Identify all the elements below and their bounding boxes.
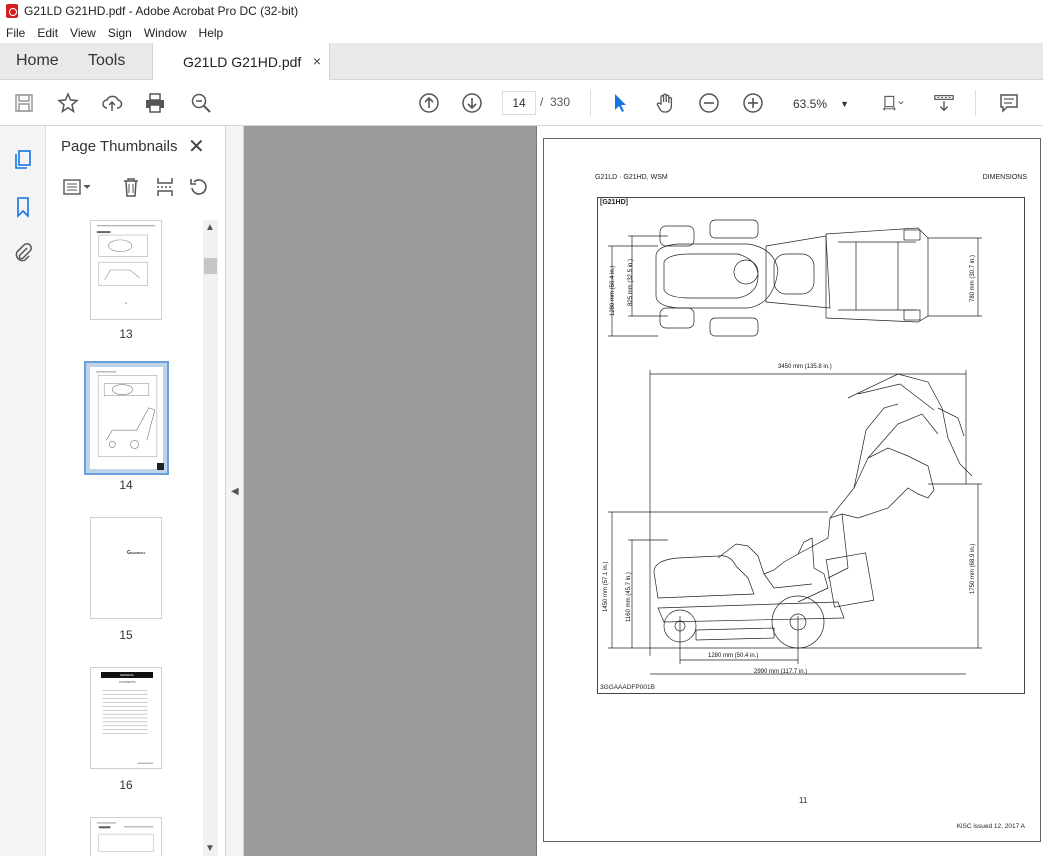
page-header-right: DIMENSIONS [982, 174, 1027, 181]
document-view: G21LD · G21HD, WSM DIMENSIONS [G21HD] 3G… [244, 126, 1043, 856]
comment-icon[interactable] [997, 91, 1021, 115]
page-thumbnail[interactable] [90, 817, 162, 856]
select-cursor-icon[interactable] [608, 91, 632, 115]
previous-page-icon[interactable] [417, 91, 441, 115]
total-pages: 330 [550, 95, 571, 109]
menu-bar: File Edit View Sign Window Help [0, 22, 1043, 43]
thumbnail-toolbar [60, 176, 220, 200]
main-toolbar: 14 / 330 63.5% ▼ [0, 80, 1043, 126]
tab-home[interactable]: Home [16, 52, 59, 70]
current-page-input[interactable]: 14 [502, 91, 536, 115]
bookmark-star-icon[interactable] [56, 91, 80, 115]
bookmarks-icon[interactable] [12, 196, 34, 218]
thumbnail-preview [96, 371, 158, 457]
issue-footer: KiSC issued 12, 2017 A [956, 823, 1025, 830]
page-thumbnail-selected[interactable] [84, 361, 169, 475]
dimension-label: 780 mm (30.7 in.) [970, 254, 976, 302]
scroll-up-icon[interactable]: ▲ [205, 222, 215, 233]
close-tab-icon[interactable]: × [313, 53, 321, 69]
panel-splitter[interactable]: ◀ [226, 126, 244, 856]
page-thumbnails-panel: Page Thumbnails ✕ 13 14 GENERAL G 15 GEN… [46, 126, 226, 856]
thumbnail-preview [102, 690, 154, 764]
scroll-down-icon[interactable]: ▼ [205, 843, 215, 854]
delete-page-icon[interactable] [120, 176, 142, 198]
print-icon[interactable] [143, 91, 167, 115]
dimension-label: 1750 mm (68.9 in.) [970, 543, 976, 594]
dimension-label: 2990 mm (117.7 in.) [754, 669, 808, 675]
menu-sign[interactable]: Sign [108, 26, 132, 40]
menu-window[interactable]: Window [144, 26, 187, 40]
page-thumbnails-icon[interactable] [12, 148, 34, 170]
zoom-in-icon[interactable] [741, 91, 765, 115]
thumbnails-scrollbar[interactable]: ▲ ▼ [203, 220, 218, 856]
scrollbar-thumb[interactable] [204, 258, 217, 274]
dimension-label: 1450 mm (57.1 in.) [603, 561, 609, 612]
tab-document-label: G21LD G21HD.pdf [183, 53, 302, 70]
toolbar-divider [590, 90, 591, 116]
panel-title: Page Thumbnails [61, 138, 178, 155]
toolbar-divider [975, 90, 976, 116]
page-thumbnail[interactable] [90, 220, 162, 320]
menu-file[interactable]: File [6, 26, 25, 40]
thumbnail-label: 13 [119, 327, 133, 341]
mower-drawing [608, 219, 982, 675]
tab-document[interactable]: G21LD G21HD.pdf × [152, 43, 330, 80]
page-thumbnail[interactable]: GENERAL CONTENTS [90, 667, 162, 769]
thumbnail-label: 14 [119, 478, 133, 492]
menu-help[interactable]: Help [199, 26, 224, 40]
dimensions-figure: [G21HD] 3GGAAADFP001B 1280 mm (50.4 in.)… [597, 197, 1025, 694]
tab-tools[interactable]: Tools [88, 52, 125, 70]
save-icon[interactable] [12, 91, 36, 115]
zoom-level-select[interactable]: 63.5% ▼ [784, 91, 856, 115]
zoom-out-icon[interactable] [697, 91, 721, 115]
tab-row: Home Tools G21LD G21HD.pdf × [0, 43, 1043, 80]
menu-view[interactable]: View [70, 26, 96, 40]
zoom-search-icon[interactable] [189, 91, 213, 115]
thumbnail-preview [96, 822, 154, 852]
thumbnail-preview [96, 225, 156, 304]
hand-tool-icon[interactable] [653, 91, 677, 115]
thumbnail-label: 15 [119, 628, 133, 642]
collapse-panel-icon[interactable]: ◀ [231, 486, 239, 497]
attachments-icon[interactable] [12, 242, 34, 264]
insert-page-icon[interactable] [154, 176, 176, 198]
dimension-label: 825 mm (32.5 in.) [628, 258, 634, 306]
title-bar: G21LD G21HD.pdf - Adobe Acrobat Pro DC (… [0, 0, 1043, 22]
next-page-icon[interactable] [460, 91, 484, 115]
page-separator: / [540, 95, 544, 109]
rotate-page-icon[interactable] [188, 176, 210, 198]
thumbnail-label: 16 [119, 778, 133, 792]
chevron-down-icon: ▼ [840, 99, 849, 109]
close-panel-icon[interactable]: ✕ [188, 134, 205, 159]
page-thumbnail[interactable]: GENERAL G [90, 517, 162, 619]
zoom-value: 63.5% [793, 97, 828, 111]
thumbnail-text: GENERAL [131, 551, 146, 555]
dimension-label: 1280 mm (50.4 in.) [708, 653, 759, 659]
page-header-left: G21LD · G21HD, WSM [595, 174, 668, 181]
dimension-label: 1280 mm (50.4 in.) [610, 265, 616, 316]
thumbnail-section-number: G [127, 550, 131, 556]
thumbnail-page [90, 367, 163, 469]
scrolling-mode-icon[interactable] [931, 91, 957, 115]
menu-edit[interactable]: Edit [37, 26, 58, 40]
upload-cloud-icon[interactable] [100, 91, 124, 115]
dimension-label: 3450 mm (135.8 in.) [778, 364, 832, 370]
pdf-page: G21LD · G21HD, WSM DIMENSIONS [G21HD] 3G… [536, 126, 1043, 856]
navigation-rail [0, 126, 46, 856]
page-number: 11 [799, 796, 808, 805]
acrobat-pdf-icon [6, 4, 18, 18]
window-title: G21LD G21HD.pdf - Adobe Acrobat Pro DC (… [24, 4, 299, 18]
selection-corner-marker [157, 463, 164, 470]
thumbnail-options-icon[interactable] [62, 176, 94, 198]
dimension-label: 1160 mm (45.7 in.) [626, 572, 632, 622]
page-fit-icon[interactable] [876, 91, 910, 115]
